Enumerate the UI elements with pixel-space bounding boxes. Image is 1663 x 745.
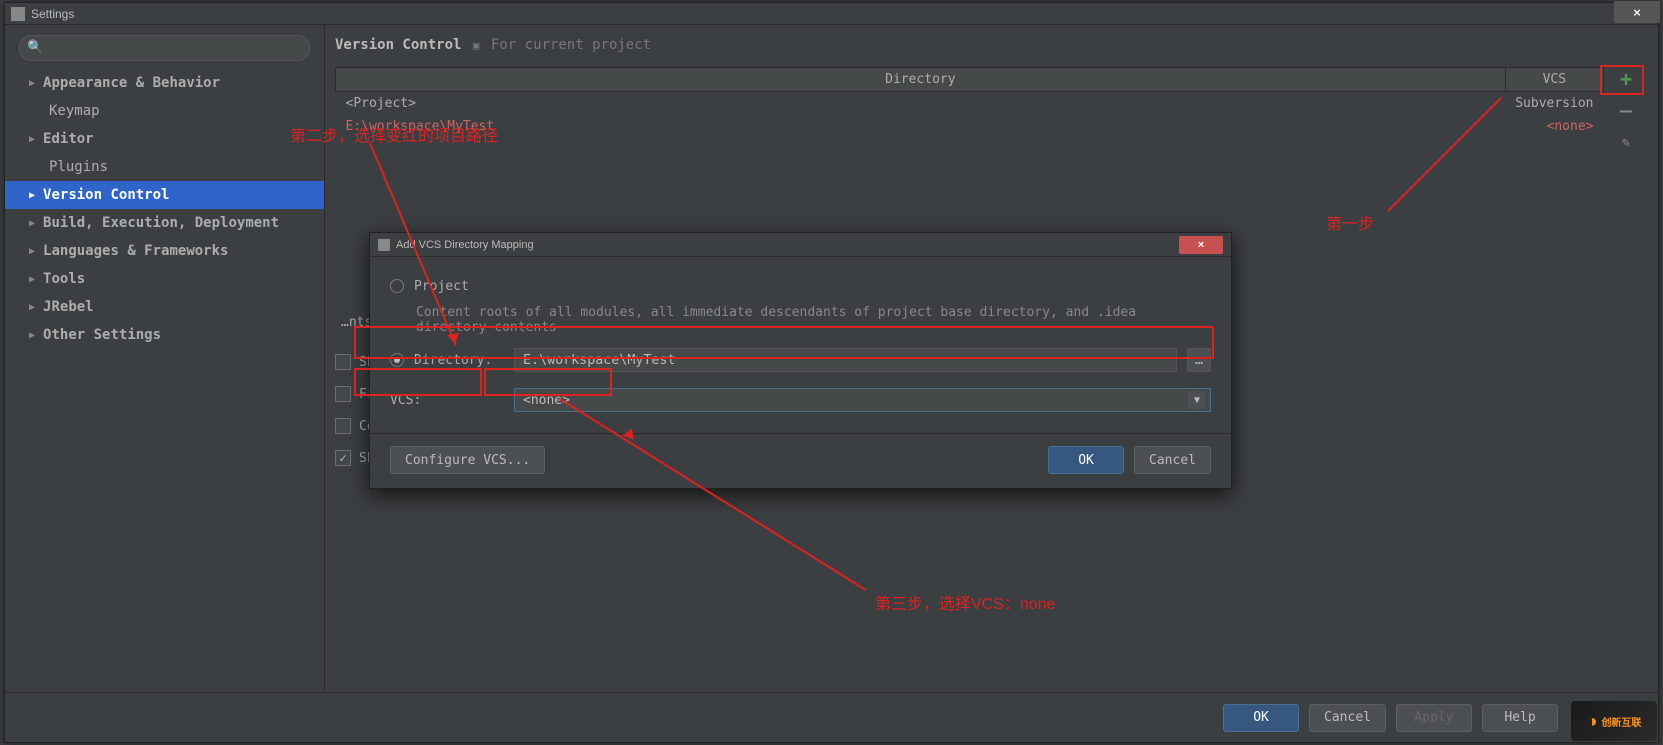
ok-button[interactable]: OK: [1223, 704, 1299, 732]
dropdown-caret-icon: ▼: [1188, 391, 1206, 409]
filter-scope-checkbox[interactable]: [335, 386, 351, 402]
browse-button[interactable]: …: [1187, 348, 1211, 372]
table-row[interactable]: <Project>Subversion: [336, 92, 1604, 116]
sidebar-item-editor[interactable]: ▶ Editor: [5, 125, 324, 153]
directory-input[interactable]: [514, 348, 1177, 372]
chevron-right-icon: ▶: [29, 330, 35, 341]
sidebar-item-label: Tools: [43, 271, 85, 287]
cell-vcs: <none>: [1505, 115, 1603, 138]
col-directory[interactable]: Directory: [336, 68, 1506, 92]
sidebar-item-label: Other Settings: [43, 327, 161, 343]
vcs-mapping-table: Directory VCS <Project>SubversionE:\work…: [335, 67, 1604, 138]
sidebar-item-plugins[interactable]: Plugins: [5, 153, 324, 181]
dialog-title: Add VCS Directory Mapping: [396, 239, 534, 251]
apply-button[interactable]: Apply: [1396, 704, 1472, 732]
sidebar-item-label: Plugins: [49, 159, 108, 175]
breadcrumb-sub: For current project: [491, 37, 651, 53]
dialog-close-button[interactable]: ×: [1179, 236, 1223, 254]
titlebar: Settings ×: [5, 3, 1658, 25]
margin-checkbox[interactable]: [335, 418, 351, 434]
add-mapping-button[interactable]: +: [1611, 67, 1641, 91]
sidebar-item-label: Keymap: [49, 103, 100, 119]
chevron-right-icon: ▶: [29, 246, 35, 257]
show-unversioned-checkbox[interactable]: [335, 450, 351, 466]
sidebar-item-label: Build, Execution, Deployment: [43, 215, 279, 231]
search-icon: 🔍: [27, 40, 43, 55]
edit-mapping-button[interactable]: ✎: [1611, 131, 1641, 155]
sidebar-item-version-control[interactable]: ▶ Version Control: [5, 181, 324, 209]
sidebar-item-tools[interactable]: ▶ Tools: [5, 265, 324, 293]
vcs-select[interactable]: <none> ▼: [514, 388, 1211, 412]
dialog-cancel-button[interactable]: Cancel: [1134, 446, 1211, 474]
remove-mapping-button[interactable]: −: [1611, 99, 1641, 123]
sidebar-item-build-execution-deployment[interactable]: ▶ Build, Execution, Deployment: [5, 209, 324, 237]
dialog-titlebar: Add VCS Directory Mapping ×: [370, 233, 1231, 257]
chevron-right-icon: ▶: [29, 274, 35, 285]
sidebar-item-label: Appearance & Behavior: [43, 75, 220, 91]
app-icon: [11, 7, 25, 21]
cell-directory: <Project>: [336, 92, 1506, 116]
chevron-right-icon: ▶: [29, 190, 35, 201]
chevron-right-icon: ▶: [29, 218, 35, 229]
sidebar-item-jrebel[interactable]: ▶ JRebel: [5, 293, 324, 321]
table-row[interactable]: E:\workspace\MyTest<none>: [336, 115, 1604, 138]
chevron-right-icon: ▶: [29, 134, 35, 145]
breadcrumb: Version Control ▣ For current project: [335, 37, 1648, 53]
sidebar-item-other-settings[interactable]: ▶ Other Settings: [5, 321, 324, 349]
help-button[interactable]: Help: [1482, 704, 1558, 732]
window-title: Settings: [31, 7, 74, 21]
sidebar-item-languages-frameworks[interactable]: ▶ Languages & Frameworks: [5, 237, 324, 265]
chevron-right-icon: ▶: [29, 302, 35, 313]
add-vcs-mapping-dialog: Add VCS Directory Mapping × Project Cont…: [369, 232, 1232, 489]
sidebar: 🔍 ▶ Appearance & Behavior Keymap ▶ Editor Plu…: [5, 25, 325, 692]
sidebar-item-label: Editor: [43, 131, 94, 147]
project-icon: ▣: [473, 39, 480, 52]
directory-label: Directory:: [414, 353, 504, 368]
sidebar-item-label: Languages & Frameworks: [43, 243, 228, 259]
chevron-right-icon: ▶: [29, 78, 35, 89]
search-input[interactable]: [19, 35, 310, 61]
show-changed-checkbox[interactable]: [335, 354, 351, 370]
footer: OK Cancel Apply Help: [5, 692, 1658, 742]
vcs-label: VCS:: [390, 393, 504, 408]
window-close-button[interactable]: ×: [1614, 1, 1660, 23]
directory-radio[interactable]: [390, 353, 404, 367]
watermark-logo: ◑ 创新互联: [1571, 701, 1657, 741]
project-radio[interactable]: [390, 279, 404, 293]
cell-directory: E:\workspace\MyTest: [336, 115, 1506, 138]
breadcrumb-main: Version Control: [335, 37, 461, 53]
project-desc: Content roots of all modules, all immedi…: [390, 299, 1211, 341]
sidebar-item-keymap[interactable]: Keymap: [5, 97, 324, 125]
sidebar-item-label: Version Control: [43, 187, 169, 203]
dialog-icon: [378, 239, 390, 251]
project-radio-label: Project: [414, 279, 469, 294]
cancel-button[interactable]: Cancel: [1309, 704, 1386, 732]
sidebar-item-appearance-behavior[interactable]: ▶ Appearance & Behavior: [5, 69, 324, 97]
col-vcs[interactable]: VCS: [1505, 68, 1603, 92]
cell-vcs: Subversion: [1505, 92, 1603, 116]
configure-vcs-button[interactable]: Configure VCS...: [390, 446, 545, 474]
vcs-select-value: <none>: [523, 393, 570, 408]
dialog-ok-button[interactable]: OK: [1048, 446, 1124, 474]
sidebar-item-label: JRebel: [43, 299, 94, 315]
